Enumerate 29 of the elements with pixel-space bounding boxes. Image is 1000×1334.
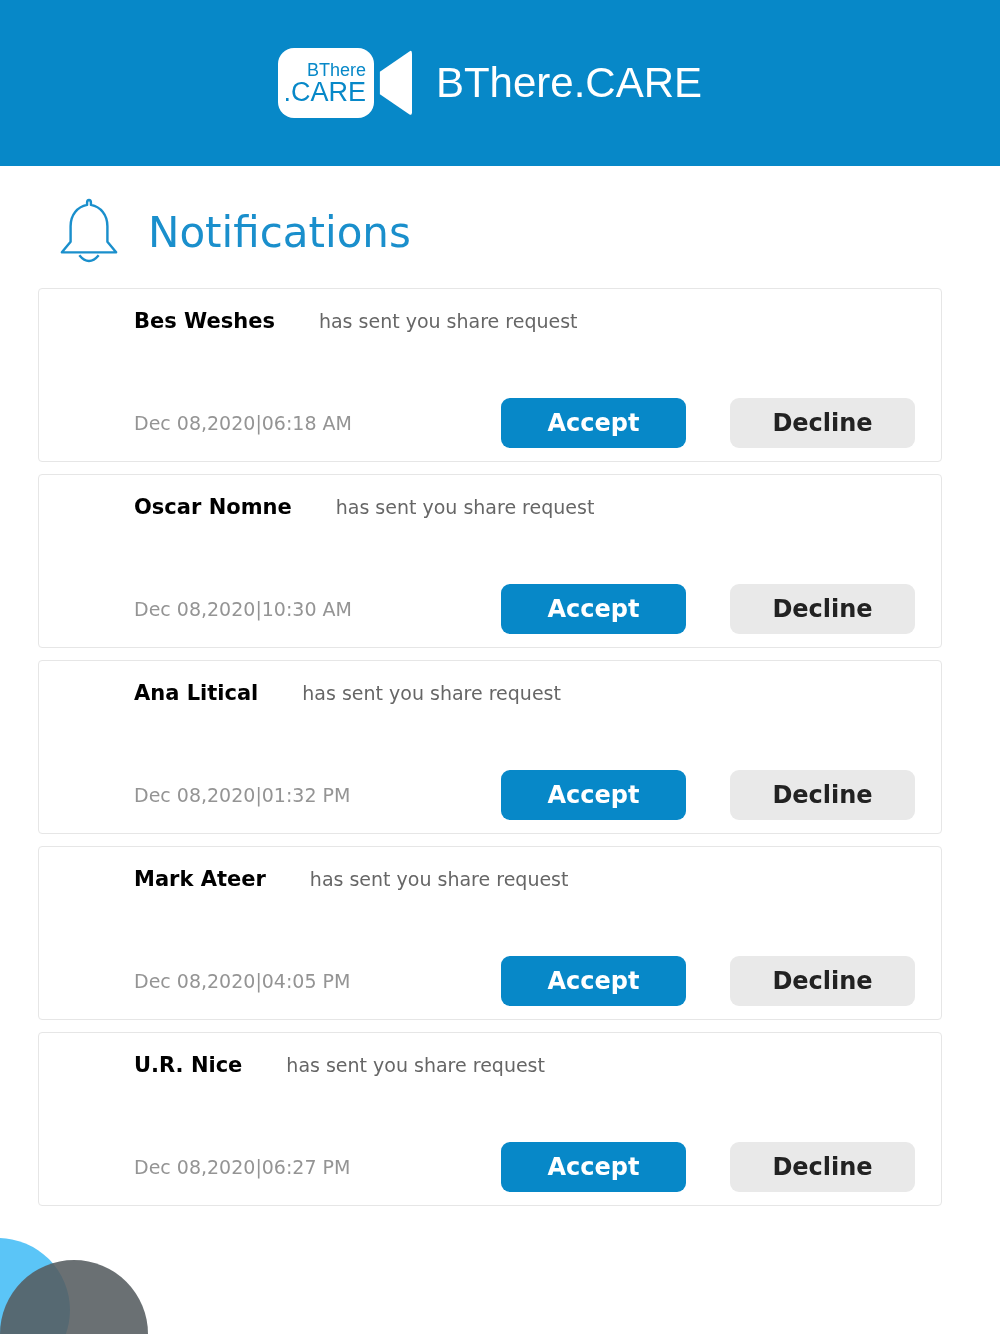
accept-button[interactable]: Accept: [501, 398, 686, 448]
timestamp: Dec 08,2020|04:05 PM: [134, 970, 352, 992]
notification-message: has sent you share request: [318, 310, 578, 332]
accept-button[interactable]: Accept: [501, 1142, 686, 1192]
decline-button[interactable]: Decline: [730, 956, 915, 1006]
accept-button[interactable]: Accept: [501, 584, 686, 634]
sender-name: Bes Weshes: [134, 309, 275, 333]
notification-message: has sent you share request: [302, 682, 561, 704]
notification-message: has sent you share request: [309, 868, 569, 890]
accept-button[interactable]: Accept: [501, 956, 686, 1006]
timestamp: Dec 08,2020|10:30 AM: [134, 598, 353, 620]
sender-name: U.R. Nice: [134, 1053, 243, 1077]
logo-text: BThere: [306, 60, 366, 79]
sender-name: Mark Ateer: [134, 867, 266, 891]
accept-button[interactable]: Accept: [501, 770, 686, 820]
sender-name: Ana Litical: [134, 681, 259, 705]
sender-name: Oscar Nomne: [134, 495, 292, 519]
decline-button[interactable]: Decline: [730, 1142, 915, 1192]
notification-message: has sent you share request: [286, 1054, 545, 1076]
timestamp: Dec 08,2020|01:32 PM: [134, 784, 352, 806]
logo-text: .CARE: [283, 78, 366, 106]
timestamp: Dec 08,2020|06:18 AM: [134, 412, 353, 434]
timestamp: Dec 08,2020|06:27 PM: [134, 1156, 352, 1178]
decline-button[interactable]: Decline: [730, 770, 915, 820]
notification-message: has sent you share request: [335, 496, 595, 518]
page-title: Notifications: [148, 207, 411, 257]
decline-button[interactable]: Decline: [730, 584, 915, 634]
decline-button[interactable]: Decline: [730, 398, 915, 448]
brand-name: BThere.CARE: [435, 59, 703, 107]
